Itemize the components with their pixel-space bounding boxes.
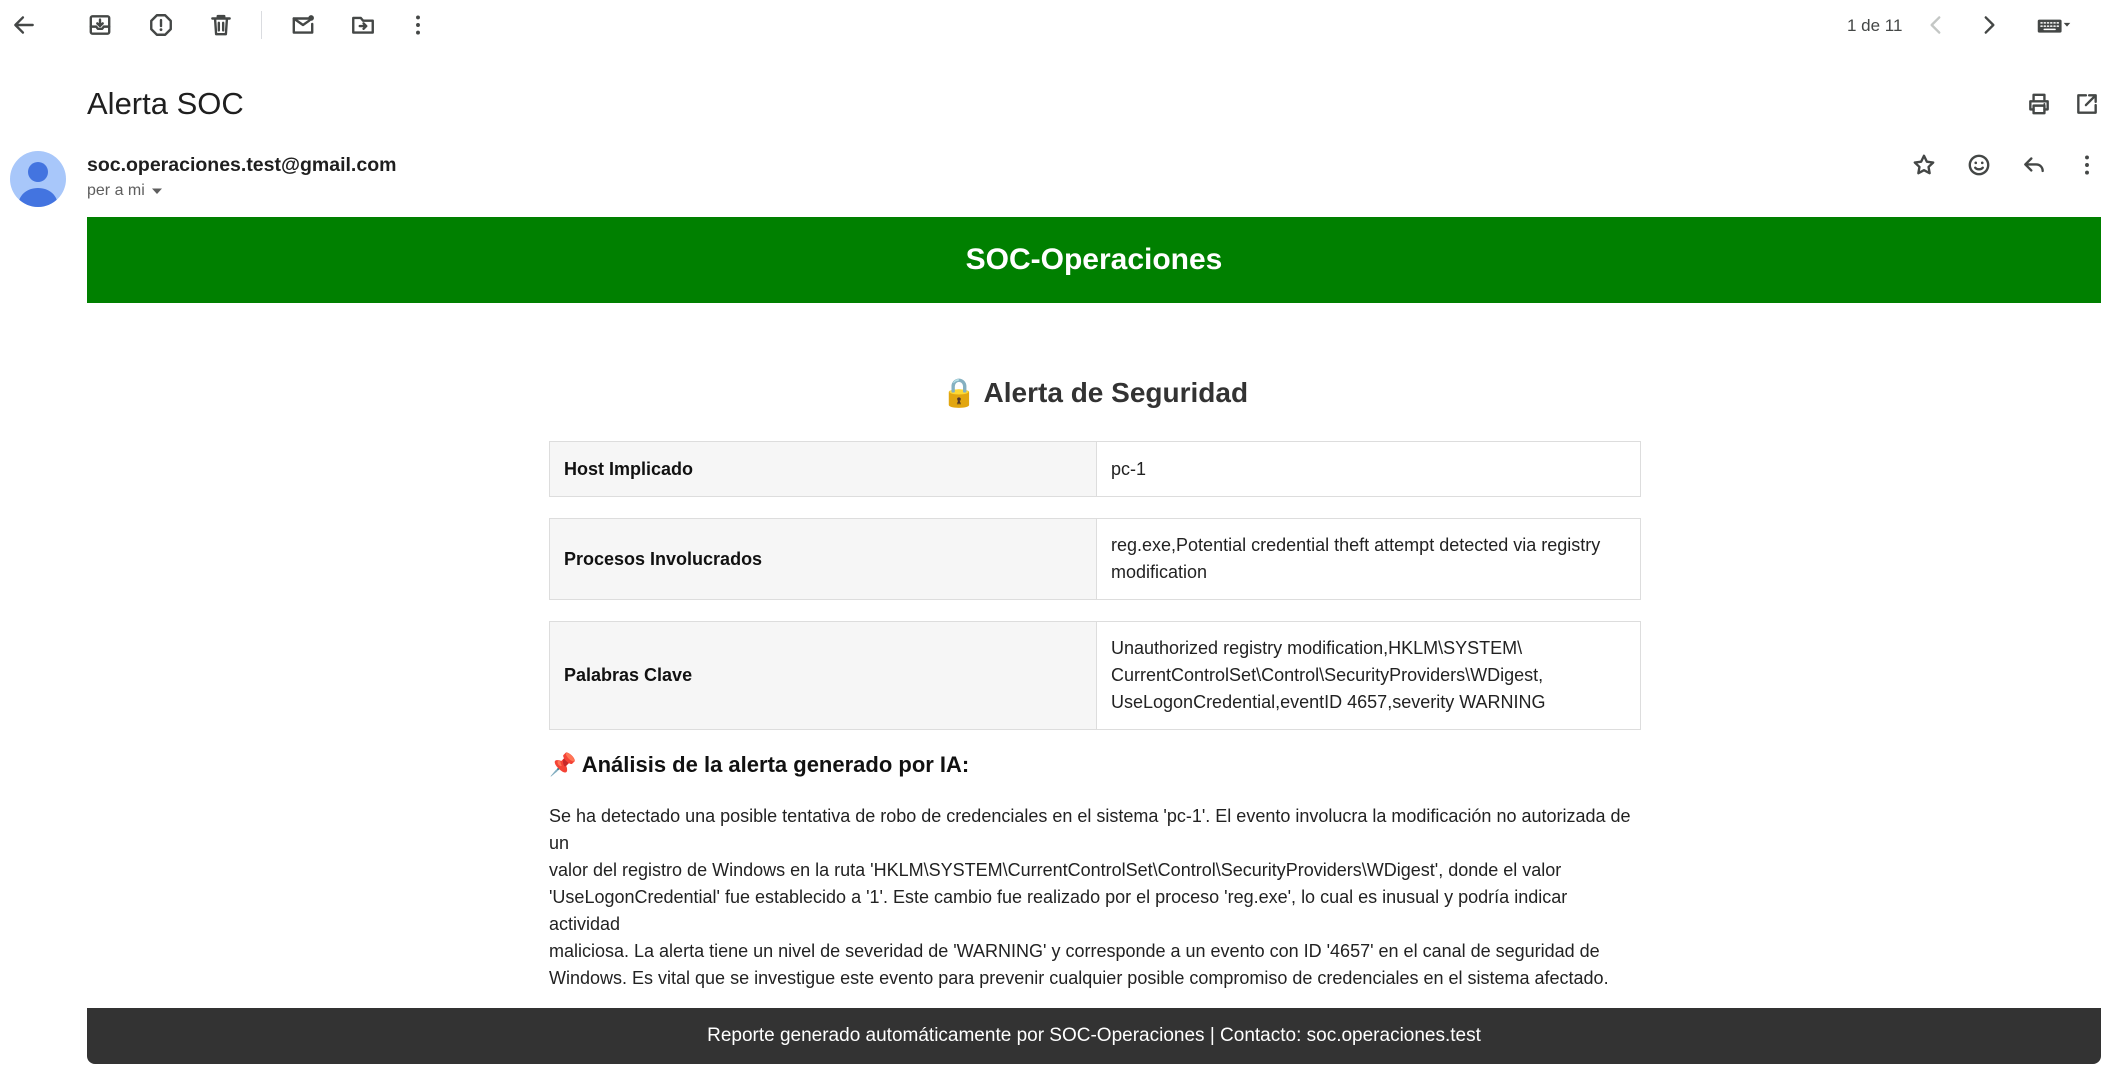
alert-title-text: Alerta de Seguridad [983, 377, 1249, 408]
more-vert-icon [416, 15, 420, 35]
reply-button[interactable] [2010, 141, 2058, 189]
keyboard-icon [2037, 19, 2071, 33]
keywords-value-line: UseLogonCredential,eventID 4657,severity… [1111, 692, 1546, 712]
chevron-right-icon [1984, 16, 1995, 34]
trash-icon [211, 14, 231, 36]
keywords-value: Unauthorized registry modification,HKLM\… [1096, 621, 1641, 730]
chevron-left-icon [1930, 16, 1941, 34]
print-button[interactable] [2015, 80, 2063, 128]
analysis-line: maliciosa. La alerta tiene un nivel de s… [549, 941, 1600, 961]
print-icon [2029, 93, 2049, 115]
archive-icon [89, 15, 111, 35]
input-tools-button[interactable] [2024, 1, 2084, 49]
report-spam-button[interactable] [137, 1, 185, 49]
email-banner: SOC-Operaciones [87, 217, 2101, 303]
pushpin-icon: 📌 [549, 752, 577, 777]
lock-icon: 🔒 [941, 377, 977, 408]
analysis-heading-text: Análisis de la alerta generado por IA: [581, 752, 970, 777]
analysis-heading: 📌 Análisis de la alerta generado por IA: [549, 752, 969, 778]
reply-icon [2024, 157, 2044, 173]
star-button[interactable] [1900, 141, 1948, 189]
move-to-button[interactable] [339, 1, 387, 49]
host-label: Host Implicado [549, 441, 1097, 497]
move-to-folder-icon [352, 16, 374, 34]
toolbar-divider [261, 11, 262, 39]
sender-email[interactable]: soc.operaciones.test@gmail.com [87, 154, 396, 177]
keywords-table: Palabras Clave Unauthorized registry mod… [549, 621, 1641, 730]
back-button[interactable] [0, 1, 48, 49]
analysis-line: valor del registro de Windows en la ruta… [549, 860, 1562, 880]
keywords-value-line: CurrentControlSet\Control\SecurityProvid… [1111, 665, 1544, 685]
archive-button[interactable] [76, 1, 124, 49]
table-row: Palabras Clave Unauthorized registry mod… [549, 621, 1641, 730]
host-table: Host Implicado pc-1 [549, 441, 1641, 497]
host-value: pc-1 [1096, 441, 1641, 497]
message-more-button[interactable] [2063, 141, 2111, 189]
email-subject: Alerta SOC [87, 86, 244, 121]
emoji-icon [1968, 154, 1990, 176]
analysis-line: 'UseLogonCredential' fue establecido a '… [549, 887, 1568, 934]
banner-title: SOC-Operaciones [965, 243, 1223, 276]
delete-button[interactable] [197, 1, 245, 49]
caret-down-icon [151, 188, 162, 194]
star-icon [1913, 154, 1935, 175]
email-footer: Reporte generado automáticamente por SOC… [87, 1008, 2101, 1064]
avatar[interactable] [10, 151, 66, 207]
alert-title: 🔒 Alerta de Seguridad [549, 376, 1641, 409]
arrow-back-icon [14, 16, 34, 34]
more-vert-icon [2085, 155, 2089, 175]
open-in-new-icon [2077, 94, 2097, 114]
mark-unread-button[interactable] [279, 1, 327, 49]
recipients-dropdown[interactable]: per a mi [87, 182, 163, 200]
processes-value-line: modification [1111, 562, 1208, 582]
processes-value-line: reg.exe,Potential credential theft attem… [1111, 535, 1601, 555]
analysis-line: Se ha detectado una posible tentativa de… [549, 806, 1631, 853]
mark-unread-icon [292, 15, 314, 34]
analysis-paragraph: Se ha detectado una posible tentativa de… [549, 803, 1643, 992]
footer-text: Reporte generado automáticamente por SOC… [707, 1025, 1481, 1046]
newer-button[interactable] [1912, 1, 1960, 49]
analysis-line: Windows. Es vital que se investigue este… [549, 968, 1609, 988]
more-actions-button[interactable] [394, 1, 442, 49]
pagination-text: 1 de 11 [1847, 16, 1903, 35]
open-new-window-button[interactable] [2063, 80, 2111, 128]
table-row: Host Implicado pc-1 [549, 441, 1641, 497]
add-reaction-button[interactable] [1955, 141, 2003, 189]
processes-value: reg.exe,Potential credential theft attem… [1096, 518, 1641, 600]
keywords-label: Palabras Clave [549, 621, 1097, 730]
keywords-value-line: Unauthorized registry modification,HKLM\… [1111, 638, 1523, 658]
report-spam-icon [150, 14, 172, 36]
processes-table: Procesos Involucrados reg.exe,Potential … [549, 518, 1641, 600]
table-row: Procesos Involucrados reg.exe,Potential … [549, 518, 1641, 600]
person-icon [18, 162, 58, 207]
recipients-label: per a mi [87, 182, 145, 199]
older-button[interactable] [1965, 1, 2013, 49]
processes-label: Procesos Involucrados [549, 518, 1097, 600]
